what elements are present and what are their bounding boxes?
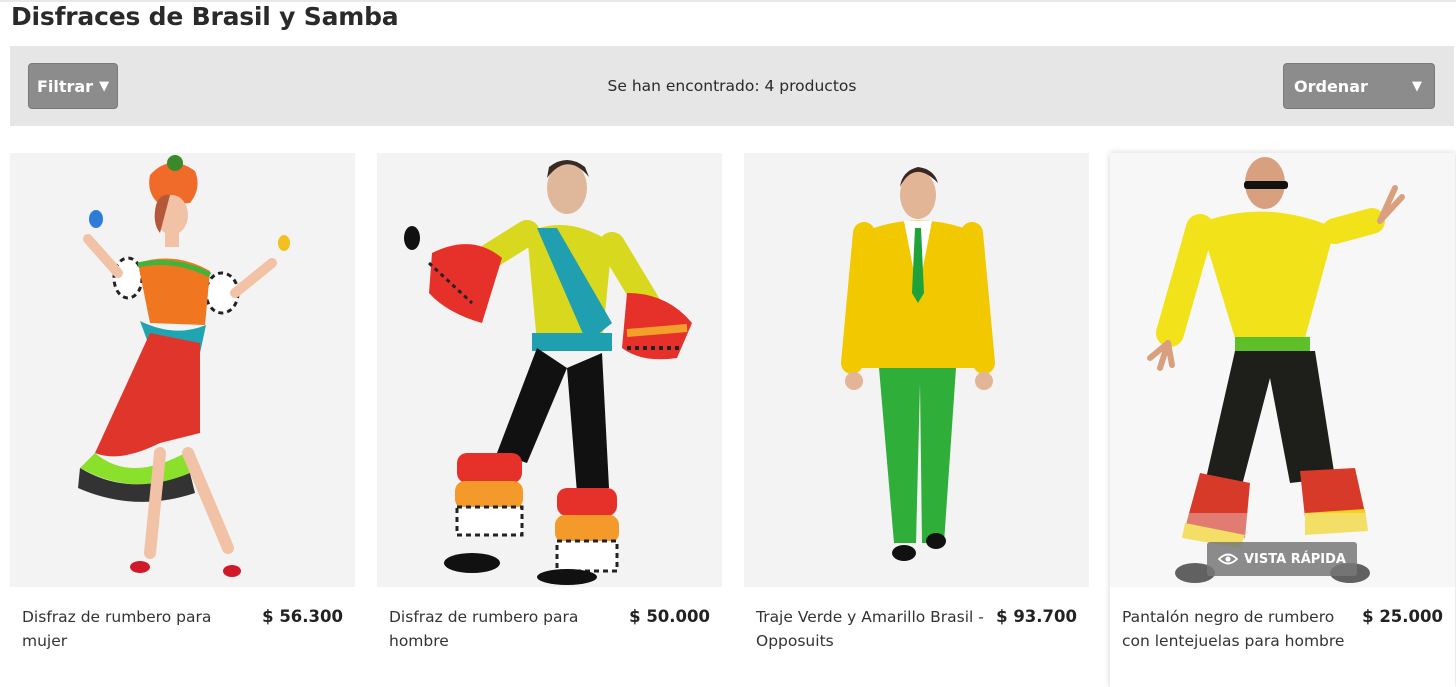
product-card[interactable]: Traje Verde y Amarillo Brasil - Opposuit… xyxy=(744,153,1089,687)
filter-button[interactable]: Filtrar ▼ xyxy=(28,63,118,109)
product-name[interactable]: Pantalón negro de rumbero con lentejuela… xyxy=(1122,605,1352,653)
product-card[interactable]: Disfraz de rumbero para mujer $ 56.300 xyxy=(10,153,355,687)
product-price: $ 93.700 xyxy=(996,607,1077,626)
results-count: Se han encontrado: 4 productos xyxy=(607,77,857,95)
product-image-black-sequin-pants[interactable]: VISTA RÁPIDA xyxy=(1110,153,1455,587)
caret-down-icon: ▼ xyxy=(1412,79,1422,94)
product-name[interactable]: Disfraz de rumbero para hombre xyxy=(389,605,619,653)
quick-view-button[interactable]: VISTA RÁPIDA xyxy=(1207,542,1357,576)
eye-icon xyxy=(1218,553,1238,565)
filter-button-label: Filtrar xyxy=(36,76,94,96)
product-price: $ 25.000 xyxy=(1362,607,1443,626)
sort-select[interactable]: Ordenar ▼ xyxy=(1283,63,1435,109)
product-image-green-yellow-suit[interactable] xyxy=(744,153,1089,587)
product-price: $ 50.000 xyxy=(629,607,710,626)
product-price: $ 56.300 xyxy=(262,607,343,626)
product-image-man-rumba-costume[interactable] xyxy=(377,153,722,587)
product-name[interactable]: Traje Verde y Amarillo Brasil - Opposuit… xyxy=(756,605,986,653)
page-title: Disfraces de Brasil y Samba xyxy=(11,2,399,31)
product-card[interactable]: VISTA RÁPIDA Pantalón negro de rumbero c… xyxy=(1110,153,1455,687)
product-image-woman-rumba-costume[interactable] xyxy=(10,153,355,587)
toolbar: Filtrar ▼ Se han encontrado: 4 productos… xyxy=(10,46,1454,126)
caret-down-icon: ▼ xyxy=(99,78,110,94)
product-name[interactable]: Disfraz de rumbero para mujer xyxy=(22,605,252,653)
sort-select-label: Ordenar xyxy=(1294,77,1368,96)
product-card[interactable]: Disfraz de rumbero para hombre $ 50.000 xyxy=(377,153,722,687)
quick-view-label: VISTA RÁPIDA xyxy=(1244,551,1346,567)
